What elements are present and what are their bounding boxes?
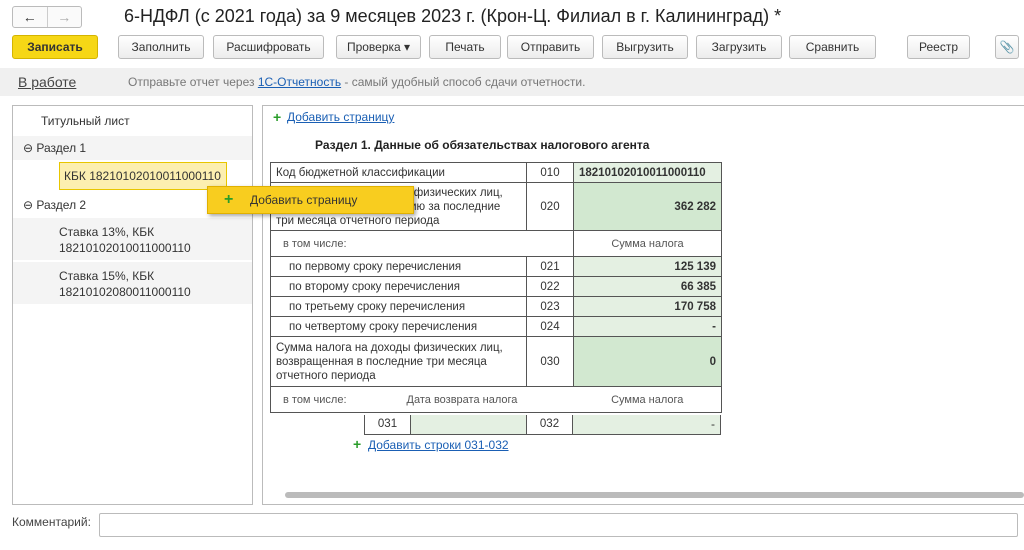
value-field[interactable]: - <box>573 316 722 337</box>
popup-label: Добавить страницу <box>250 193 358 207</box>
row-code: 023 <box>526 296 574 317</box>
tree-item-rate15[interactable]: Ставка 15%, КБК 18210102080011000110 <box>13 262 252 304</box>
decode-button[interactable]: Расшифровать <box>213 35 324 59</box>
status-bar: В работе Отправьте отчет через 1С-Отчетн… <box>0 68 1024 96</box>
row-label: по первому сроку перечисления <box>270 256 527 277</box>
tree-item-section1[interactable]: ⊖ Раздел 1 <box>13 136 252 160</box>
table-row: по первому сроку перечисления 021 125 139 <box>270 256 722 277</box>
save-button[interactable]: Записать <box>12 35 98 59</box>
label: Ставка 13%, КБК <box>59 225 155 239</box>
toolbar: Записать Заполнить Расшифровать Проверка… <box>12 35 1024 59</box>
export-button[interactable]: Выгрузить <box>602 35 688 59</box>
table-row: в том числе: Сумма налога <box>270 230 722 257</box>
fill-button[interactable]: Заполнить <box>118 35 204 59</box>
registry-button[interactable]: Реестр <box>907 35 970 59</box>
row-label: Код бюджетной классификации <box>270 162 527 183</box>
row-code: 030 <box>526 336 574 387</box>
collapse-icon[interactable]: ⊖ <box>23 198 33 212</box>
form-area: + Добавить страницу Раздел 1. Данные об … <box>262 105 1024 505</box>
label: Раздел 1 <box>36 141 87 155</box>
plus-icon: + <box>224 191 234 208</box>
value-field[interactable]: 0 <box>573 336 722 387</box>
row-code: 020 <box>526 182 574 231</box>
row-code: 022 <box>526 276 574 297</box>
row-code: 010 <box>526 162 574 183</box>
status-msg-end: - самый удобный способ сдачи отчетности. <box>341 75 586 89</box>
add-page-link[interactable]: Добавить страницу <box>287 110 394 124</box>
row-code: 021 <box>526 256 574 277</box>
col-header: Сумма налога <box>573 386 722 413</box>
compare-button[interactable]: Сравнить <box>789 35 876 59</box>
kbk-field[interactable]: 18210102010011000110 <box>573 162 722 183</box>
section-tree: Титульный лист ⊖ Раздел 1 КБК 1821010201… <box>12 105 253 505</box>
status-msg: Отправьте отчет через <box>128 75 258 89</box>
label: Ставка 15%, КБК <box>59 269 155 283</box>
row-label: по третьему сроку перечисления <box>270 296 527 317</box>
row-label: по второму сроку перечисления <box>270 276 527 297</box>
table-row: по второму сроку перечисления 022 66 385 <box>270 276 722 297</box>
table-row: Сумма налога на доходы физических лиц, в… <box>270 336 722 387</box>
incl-cell: в том числе: Дата возврата налога <box>270 386 527 413</box>
tree-item-rate13[interactable]: Ставка 13%, КБК 18210102010011000110 <box>13 218 252 260</box>
add-page-popup[interactable]: + Добавить страницу <box>207 186 414 214</box>
comment-label: Комментарий: <box>12 515 91 529</box>
value-field[interactable]: 125 139 <box>573 256 722 277</box>
table-row: по четвертому сроку перечисления 024- <box>270 316 722 337</box>
table-row: Код бюджетной классификации 010 1821010201… <box>270 162 722 183</box>
col-header: Дата возврата налога <box>406 393 518 406</box>
collapse-icon[interactable]: ⊖ <box>23 141 33 155</box>
history-nav: ← → <box>12 6 82 28</box>
section-heading: Раздел 1. Данные об обязательствах налог… <box>315 138 650 152</box>
label: Раздел 2 <box>36 198 87 212</box>
window-title: 6-НДФЛ (с 2021 года) за 9 месяцев 2023 г… <box>124 6 782 26</box>
value-field[interactable]: 66 385 <box>573 276 722 297</box>
return-date-field[interactable] <box>411 415 526 435</box>
add-rows-link[interactable]: Добавить строки 031-032 <box>368 438 509 452</box>
horizontal-scrollbar[interactable] <box>285 492 1024 498</box>
forward-button[interactable]: → <box>46 7 82 27</box>
value-field[interactable]: 170 758 <box>573 296 722 317</box>
incl-label: в том числе: <box>283 393 347 406</box>
row-code: 032 <box>526 415 573 435</box>
value-field[interactable]: 362 282 <box>573 182 722 231</box>
tree-item-title-page[interactable]: Титульный лист <box>41 114 252 128</box>
table-row: в том числе: Дата возврата налога Сумма на… <box>270 386 722 413</box>
table-row: по третьему сроку перечисления 023 170 758 <box>270 296 722 317</box>
incl-label: в том числе: <box>270 230 574 257</box>
import-button[interactable]: Загрузить <box>696 35 782 59</box>
comment-input[interactable] <box>99 513 1018 537</box>
row-code: 031 <box>364 415 411 435</box>
kbk: 18210102010011000110 <box>59 241 191 255</box>
plus-icon: + <box>273 109 282 125</box>
plus-icon: + <box>353 436 362 452</box>
reporting-link[interactable]: 1С-Отчетность <box>258 75 341 89</box>
print-button[interactable]: Печать <box>429 35 501 59</box>
col-header: Сумма налога <box>573 230 722 257</box>
kbk: 18210102080011000110 <box>59 285 191 299</box>
row-label: Сумма налога на доходы физических лиц, в… <box>270 336 527 387</box>
check-dropdown[interactable]: Проверка ▾ <box>336 35 421 59</box>
row-code: 024 <box>526 316 574 337</box>
send-button[interactable]: Отправить <box>507 35 594 59</box>
attach-icon[interactable]: 📎 <box>995 35 1019 59</box>
status-link[interactable]: В работе <box>18 68 76 96</box>
tree-item-kbk1[interactable]: КБК 18210102010011000110 <box>59 162 227 190</box>
value-field[interactable]: - <box>573 415 721 435</box>
back-button[interactable]: ← <box>13 7 47 27</box>
row-label: по четвертому сроку перечисления <box>270 316 527 337</box>
